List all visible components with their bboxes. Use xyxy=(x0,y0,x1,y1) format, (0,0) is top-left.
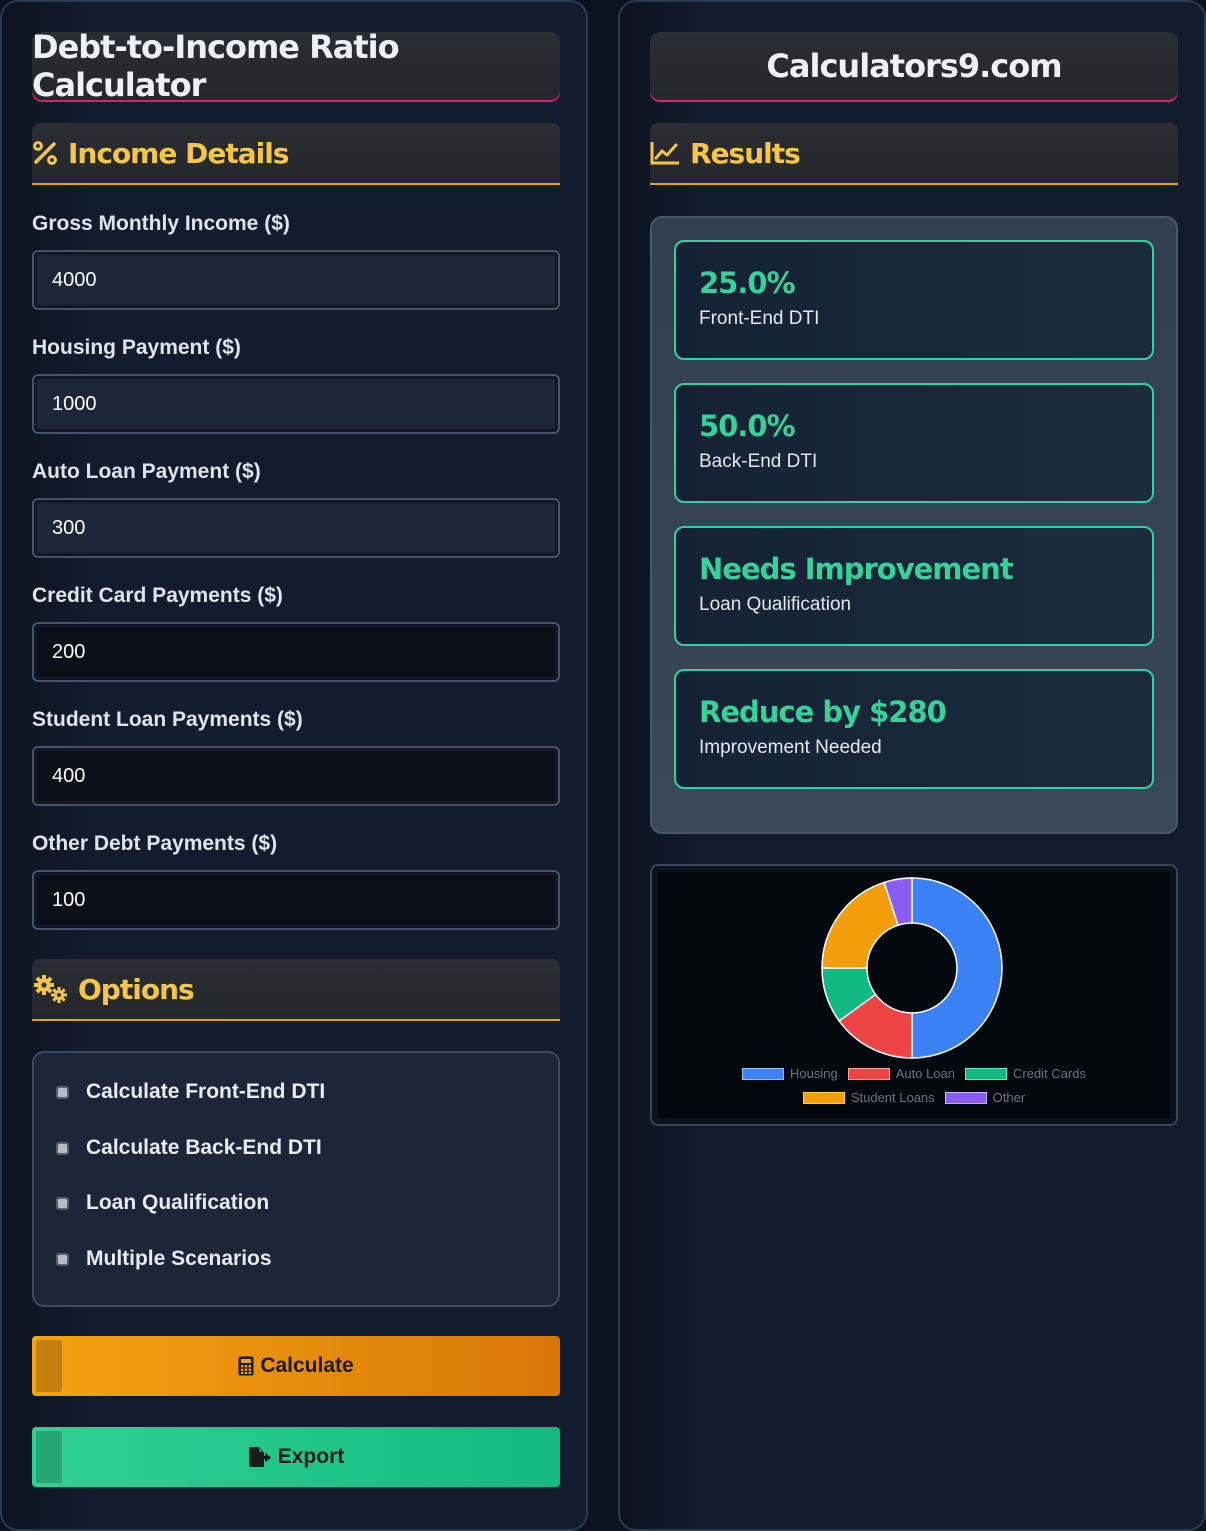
legend-label-auto-loan: Auto Loan xyxy=(895,1066,955,1081)
calculator-title-box: Debt-to-Income Ratio Calculator xyxy=(32,28,560,104)
other-debt-label: Other Debt Payments ($) xyxy=(32,832,278,855)
legend-swatch-student-loans xyxy=(802,1091,845,1104)
housing-payment-label: Housing Payment ($) xyxy=(32,336,241,359)
chart-legend-row-2: Student Loans Other xyxy=(652,1090,1176,1105)
results-header: Results xyxy=(650,123,1178,185)
loan-qualification-value: Needs Improvement xyxy=(699,552,1014,586)
student-loan-label: Student Loan Payments ($) xyxy=(32,708,303,731)
option-label: Calculate Front-End DTI xyxy=(86,1080,326,1103)
gears-icon xyxy=(32,974,78,1004)
option-label: Loan Qualification xyxy=(86,1191,270,1214)
other-debt-input[interactable] xyxy=(32,870,560,930)
options-list: Calculate Front-End DTI Calculate Back-E… xyxy=(32,1051,560,1307)
improvement-needed-label: Improvement Needed xyxy=(699,737,882,758)
calculate-label: Calculate xyxy=(260,1354,354,1377)
back-end-dti-checkbox[interactable] xyxy=(56,1141,69,1155)
results-title: Results xyxy=(690,136,801,170)
calculator-icon xyxy=(238,1356,254,1376)
back-end-dti-card: 50.0% Back-End DTI xyxy=(674,383,1154,503)
option-front-end-dti[interactable]: Calculate Front-End DTI xyxy=(56,1080,325,1104)
income-details-header: Income Details xyxy=(32,123,560,185)
results-panel: Calculators9.com Results 25.0% Front-End… xyxy=(618,0,1206,1531)
options-header: Options xyxy=(32,959,560,1021)
back-end-dti-value: 50.0% xyxy=(699,409,796,443)
file-export-icon xyxy=(248,1446,272,1468)
legend-label-housing: Housing xyxy=(790,1066,838,1081)
front-end-dti-label: Front-End DTI xyxy=(699,308,820,329)
legend-swatch-housing xyxy=(742,1067,785,1080)
option-label: Multiple Scenarios xyxy=(86,1247,272,1270)
chart-legend-row-1: Housing Auto Loan Credit Cards xyxy=(652,1066,1176,1081)
options-title: Options xyxy=(78,972,195,1006)
loan-qualification-label: Loan Qualification xyxy=(699,594,852,615)
site-title-box: Calculators9.com xyxy=(650,32,1178,100)
legend-item-auto-loan[interactable]: Auto Loan xyxy=(847,1066,955,1081)
option-loan-qualification[interactable]: Loan Qualification xyxy=(56,1191,269,1215)
improvement-needed-card: Reduce by $280 Improvement Needed xyxy=(674,669,1154,789)
student-loan-input[interactable] xyxy=(32,746,560,806)
legend-swatch-credit-cards xyxy=(965,1067,1007,1080)
calculate-button[interactable]: Calculate xyxy=(32,1336,560,1396)
gross-income-input[interactable] xyxy=(32,250,560,310)
legend-item-credit-cards[interactable]: Credit Cards xyxy=(965,1066,1086,1081)
legend-label-student-loans: Student Loans xyxy=(850,1090,935,1105)
housing-payment-input[interactable] xyxy=(32,374,560,434)
debt-breakdown-chart: Housing Auto Loan Credit Cards Student L… xyxy=(650,864,1178,1126)
legend-item-other[interactable]: Other xyxy=(944,1090,1026,1105)
legend-swatch-auto-loan xyxy=(847,1067,890,1080)
front-end-dti-card: 25.0% Front-End DTI xyxy=(674,240,1154,360)
site-title: Calculators9.com xyxy=(766,47,1062,85)
option-label: Calculate Back-End DTI xyxy=(86,1136,322,1159)
donut-slice-student-loans[interactable] xyxy=(821,881,900,969)
option-back-end-dti[interactable]: Calculate Back-End DTI xyxy=(56,1136,322,1160)
gross-income-label: Gross Monthly Income ($) xyxy=(32,212,290,235)
results-container: 25.0% Front-End DTI 50.0% Back-End DTI N… xyxy=(650,216,1178,834)
credit-card-input[interactable] xyxy=(32,622,560,682)
improvement-needed-value: Reduce by $280 xyxy=(699,695,947,729)
legend-label-credit-cards: Credit Cards xyxy=(1013,1066,1086,1081)
auto-loan-label: Auto Loan Payment ($) xyxy=(32,460,261,483)
auto-loan-input[interactable] xyxy=(32,498,560,558)
calculator-title: Debt-to-Income Ratio Calculator xyxy=(32,28,400,104)
legend-label-other: Other xyxy=(992,1090,1026,1105)
calculator-panel: Debt-to-Income Ratio Calculator Income D… xyxy=(0,0,588,1531)
front-end-dti-checkbox[interactable] xyxy=(56,1085,69,1099)
legend-swatch-other xyxy=(944,1091,987,1104)
legend-item-housing[interactable]: Housing xyxy=(742,1066,838,1081)
front-end-dti-value: 25.0% xyxy=(699,266,796,300)
multiple-scenarios-checkbox[interactable] xyxy=(56,1252,69,1266)
export-label: Export xyxy=(277,1445,345,1468)
option-multiple-scenarios[interactable]: Multiple Scenarios xyxy=(56,1247,272,1271)
loan-qualification-checkbox[interactable] xyxy=(56,1196,69,1210)
percent-icon xyxy=(32,140,68,166)
income-details-title: Income Details xyxy=(68,136,289,170)
donut-chart xyxy=(821,877,1003,1059)
export-button[interactable]: Export xyxy=(32,1427,560,1487)
chart-line-icon xyxy=(650,140,690,166)
donut-slice-housing[interactable] xyxy=(911,877,1003,1059)
loan-qualification-card: Needs Improvement Loan Qualification xyxy=(674,526,1154,646)
legend-item-student-loans[interactable]: Student Loans xyxy=(802,1090,935,1105)
back-end-dti-label: Back-End DTI xyxy=(699,451,818,472)
credit-card-label: Credit Card Payments ($) xyxy=(32,584,283,607)
